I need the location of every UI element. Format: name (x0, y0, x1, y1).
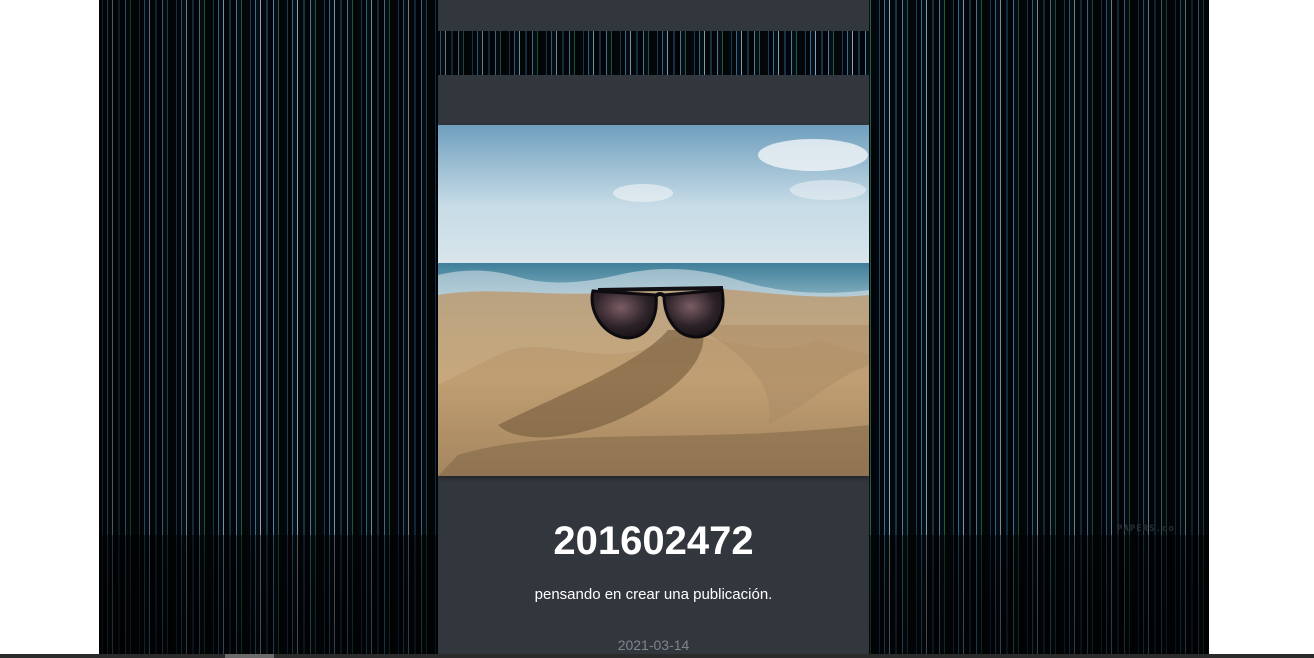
wallpaper-watermark: PAPERS.co (1117, 524, 1175, 534)
post-title: 201602472 (553, 519, 754, 563)
previous-post-card (438, 0, 869, 31)
post-image[interactable] (438, 125, 869, 476)
page-viewport: PAPERS.co 201602472 pensando en crear un… (0, 0, 1314, 658)
post-card: 201602472 pensando en crear una publicac… (438, 75, 869, 658)
post-text: pensando en crear una publicación. (534, 586, 773, 603)
scrollbar-thumb[interactable] (225, 654, 274, 658)
horizontal-scrollbar[interactable] (0, 654, 1314, 658)
sunglasses-on-beach-photo (438, 125, 869, 476)
post-date: 2021-03-14 (617, 637, 690, 653)
